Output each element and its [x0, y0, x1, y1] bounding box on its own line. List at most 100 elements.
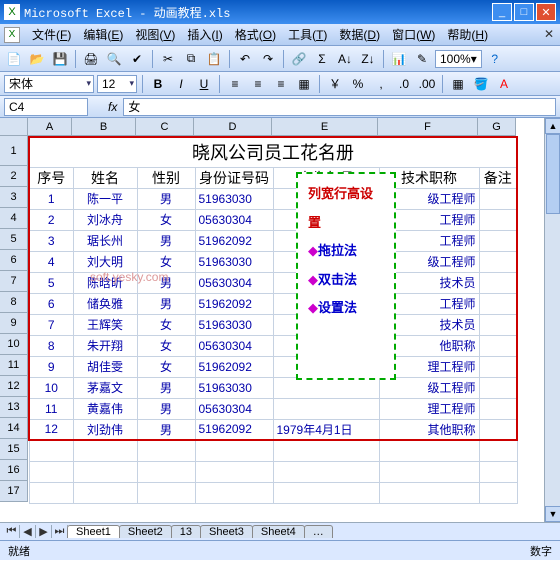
cell[interactable]: 女 [137, 335, 195, 356]
cell[interactable]: 男 [137, 230, 195, 251]
cell[interactable]: 理工程师 [379, 398, 479, 419]
col-header-B[interactable]: B [72, 118, 136, 136]
col-header-G[interactable]: G [478, 118, 516, 136]
cell[interactable] [273, 482, 379, 503]
zoom-combo[interactable]: 100% ▾ [435, 50, 482, 68]
currency-icon[interactable]: ￥ [325, 74, 345, 94]
cell[interactable] [379, 482, 479, 503]
align-center-icon[interactable]: ≡ [248, 74, 268, 94]
cell[interactable]: 琚长州 [73, 230, 137, 251]
cell[interactable] [137, 482, 195, 503]
cell[interactable]: 女 [137, 356, 195, 377]
row-header-4[interactable]: 4 [0, 208, 28, 229]
cell[interactable] [195, 461, 273, 482]
draw-icon[interactable]: ✎ [412, 49, 432, 69]
cell[interactable] [379, 461, 479, 482]
cell[interactable]: 05630304 [195, 272, 273, 293]
cell[interactable]: 男 [137, 398, 195, 419]
cell[interactable]: 陈晗昕 [73, 272, 137, 293]
scroll-thumb[interactable] [546, 134, 560, 214]
percent-icon[interactable]: % [348, 74, 368, 94]
fillcolor-icon[interactable]: 🪣 [471, 74, 491, 94]
cell[interactable]: 51962092 [195, 419, 273, 440]
sheet-tab-more[interactable]: … [304, 525, 333, 538]
col-header-E[interactable]: E [272, 118, 378, 136]
col-header-C[interactable]: C [136, 118, 194, 136]
cell[interactable]: 女 [137, 209, 195, 230]
underline-icon[interactable]: U [194, 74, 214, 94]
cell[interactable] [137, 461, 195, 482]
cell[interactable]: 05630304 [195, 209, 273, 230]
cell[interactable]: 朱开翔 [73, 335, 137, 356]
row-header-16[interactable]: 16 [0, 460, 28, 481]
cell[interactable] [273, 377, 379, 398]
cell[interactable]: 05630304 [195, 335, 273, 356]
row-header-11[interactable]: 11 [0, 355, 28, 376]
cell[interactable] [29, 482, 73, 503]
minimize-button[interactable]: _ [492, 3, 512, 21]
cell[interactable] [479, 188, 517, 209]
tab-nav-next-icon[interactable]: ▶ [36, 525, 52, 538]
cell[interactable] [479, 377, 517, 398]
print-icon[interactable]: 🖨 [81, 49, 101, 69]
col-header-A[interactable]: A [28, 118, 72, 136]
cell[interactable]: 6 [29, 293, 73, 314]
cell[interactable] [479, 461, 517, 482]
undo-icon[interactable]: ↶ [235, 49, 255, 69]
cell[interactable]: 2 [29, 209, 73, 230]
cell[interactable] [479, 272, 517, 293]
cell[interactable]: 刘大明 [73, 251, 137, 272]
menu-t[interactable]: 工具(T) [282, 28, 333, 42]
cell[interactable] [29, 461, 73, 482]
maximize-button[interactable]: □ [514, 3, 534, 21]
cell[interactable] [195, 440, 273, 461]
row-header-14[interactable]: 14 [0, 418, 28, 439]
preview-icon[interactable]: 🔍 [104, 49, 124, 69]
cell[interactable] [195, 482, 273, 503]
header-cell[interactable]: 身份证号码 [195, 167, 273, 188]
tab-nav-last-icon[interactable]: ⏭ [52, 525, 68, 538]
row-header-7[interactable]: 7 [0, 271, 28, 292]
cell[interactable] [479, 230, 517, 251]
cell[interactable]: 王辉笑 [73, 314, 137, 335]
cell[interactable]: 男 [137, 377, 195, 398]
name-box[interactable]: C4 [4, 98, 88, 116]
row-header-1[interactable]: 1 [0, 136, 28, 166]
sheet-tab-Sheet3[interactable]: Sheet3 [200, 525, 253, 538]
cell[interactable] [273, 461, 379, 482]
cell[interactable] [479, 398, 517, 419]
fx-label[interactable]: fx [108, 100, 117, 114]
header-cell[interactable]: 性别 [137, 167, 195, 188]
cell[interactable] [29, 440, 73, 461]
cell[interactable]: 刘冰舟 [73, 209, 137, 230]
menu-v[interactable]: 视图(V) [129, 28, 181, 42]
copy-icon[interactable]: ⧉ [181, 49, 201, 69]
row-header-17[interactable]: 17 [0, 481, 28, 502]
title-cell[interactable]: 晓风公司员工花名册 [29, 137, 517, 167]
sort-desc-icon[interactable]: Z↓ [358, 49, 378, 69]
fontcolor-icon[interactable]: A [494, 74, 514, 94]
col-header-F[interactable]: F [378, 118, 478, 136]
cell[interactable] [479, 209, 517, 230]
cell[interactable]: 51962092 [195, 293, 273, 314]
cell[interactable]: 12 [29, 419, 73, 440]
sheet-tab-13[interactable]: 13 [171, 525, 201, 538]
cell[interactable] [73, 461, 137, 482]
cell[interactable] [479, 251, 517, 272]
cell[interactable]: 女 [137, 314, 195, 335]
cell[interactable]: 3 [29, 230, 73, 251]
cell[interactable] [379, 440, 479, 461]
row-header-13[interactable]: 13 [0, 397, 28, 418]
cell[interactable]: 级工程师 [379, 377, 479, 398]
menu-w[interactable]: 窗口(W) [386, 28, 441, 42]
cell[interactable]: 陈一平 [73, 188, 137, 209]
row-header-8[interactable]: 8 [0, 292, 28, 313]
merge-icon[interactable]: ▦ [294, 74, 314, 94]
cell[interactable]: 男 [137, 293, 195, 314]
row-header-9[interactable]: 9 [0, 313, 28, 334]
cell[interactable]: 刘劲伟 [73, 419, 137, 440]
borders-icon[interactable]: ▦ [448, 74, 468, 94]
header-cell[interactable]: 姓名 [73, 167, 137, 188]
cell[interactable]: 51963030 [195, 251, 273, 272]
menu-f[interactable]: 文件(F) [26, 28, 77, 42]
